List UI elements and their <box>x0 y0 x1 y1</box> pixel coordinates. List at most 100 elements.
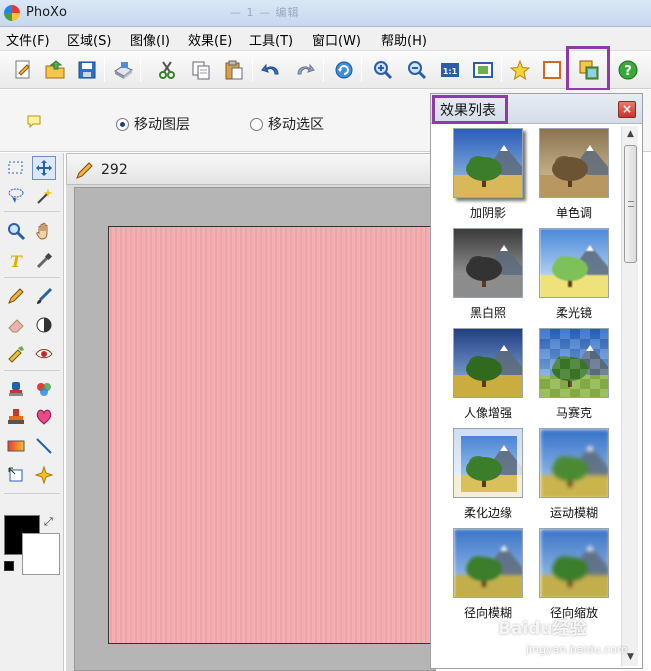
toolbar: 1:1 ? <box>0 46 651 91</box>
move-tool-icon[interactable] <box>32 156 56 180</box>
copy-icon[interactable] <box>188 57 214 83</box>
actual-size-icon[interactable]: 1:1 <box>437 57 463 83</box>
effect-label: 黑白照 <box>469 306 506 320</box>
undo-icon[interactable] <box>258 57 284 83</box>
menu-tools[interactable]: 工具(T) <box>249 30 293 49</box>
effect-thumbnail[interactable] <box>539 228 609 298</box>
effects-panel-header: 效果列表 × <box>431 94 642 124</box>
effect-item[interactable]: 黑白照 <box>447 228 527 326</box>
document-tab[interactable]: 292 <box>66 153 436 185</box>
eyedropper-icon[interactable] <box>32 249 56 273</box>
swap-colors-icon[interactable]: ⤢ <box>44 515 53 529</box>
background-color-swatch[interactable] <box>22 533 60 575</box>
effect-thumbnail[interactable] <box>453 528 523 598</box>
effect-label: 马赛克 <box>555 406 592 420</box>
effect-item[interactable]: 单色调 <box>533 128 613 226</box>
save-icon[interactable] <box>74 57 100 83</box>
menu-region[interactable]: 区域(S) <box>67 30 111 49</box>
magic-wand-icon[interactable] <box>32 184 56 208</box>
scroll-thumb[interactable] <box>624 145 637 263</box>
effect-item[interactable]: 柔光镜 <box>533 228 613 326</box>
effect-thumbnail[interactable] <box>453 328 523 398</box>
refresh-icon[interactable] <box>331 57 357 83</box>
title-bar: PhoXo — 1 — 编辑 <box>0 0 651 27</box>
gradient-tool-icon[interactable] <box>4 434 28 458</box>
menu-help[interactable]: 帮助(H) <box>381 30 427 49</box>
favorite-star-icon[interactable] <box>507 57 533 83</box>
brush-tool-icon[interactable] <box>32 284 56 308</box>
sparkle-tool-icon[interactable] <box>32 463 56 487</box>
radio-move-selection-dot[interactable] <box>250 117 263 131</box>
rect-select-tool-icon[interactable] <box>4 156 28 180</box>
fit-window-icon[interactable] <box>470 57 496 83</box>
effects-list: 加阴影 单色调 黑白照 柔光镜 人像增强 马赛克 柔化边缘 运动模糊 径向模糊 … <box>434 126 619 666</box>
effect-item[interactable]: 马赛克 <box>533 328 613 426</box>
radio-move-layer-label: 移动图层 <box>134 117 190 133</box>
effect-label: 加阴影 <box>469 206 506 220</box>
effect-item[interactable]: 径向模糊 <box>447 528 527 626</box>
effect-thumbnail[interactable] <box>453 228 523 298</box>
watermark: Baidu经验 <box>498 619 587 639</box>
effect-item[interactable]: 人像增强 <box>447 328 527 426</box>
pencil-icon <box>76 162 93 179</box>
effects-panel: 效果列表 × 加阴影 单色调 黑白照 柔光镜 人像增强 马赛克 柔化边缘 运动模… <box>430 93 643 669</box>
tool-panel: T ⤢ <box>0 153 64 671</box>
effect-thumbnail[interactable] <box>539 428 609 498</box>
image-canvas[interactable] <box>108 226 448 644</box>
cut-icon[interactable] <box>154 57 180 83</box>
color-replace-icon[interactable] <box>32 377 56 401</box>
clone-stamp-icon[interactable] <box>4 377 28 401</box>
eraser-tool-icon[interactable] <box>4 313 28 337</box>
paste-icon[interactable] <box>221 57 247 83</box>
menu-window[interactable]: 窗口(W) <box>312 30 361 49</box>
scanner-icon[interactable] <box>110 57 136 83</box>
effect-item[interactable]: 径向缩放 <box>533 528 613 626</box>
open-folder-icon[interactable] <box>42 57 68 83</box>
menu-file[interactable]: 文件(F) <box>6 30 50 49</box>
radio-move-layer[interactable]: 移动图层 <box>116 114 190 134</box>
effects-scrollbar[interactable]: ▲ ▼ <box>621 126 638 666</box>
red-eye-tool-icon[interactable] <box>32 342 56 366</box>
effect-thumbnail[interactable] <box>453 128 523 198</box>
contrast-tool-icon[interactable] <box>32 313 56 337</box>
close-icon[interactable]: × <box>618 101 636 118</box>
redo-icon[interactable] <box>292 57 318 83</box>
stamp-tool-icon[interactable] <box>4 405 28 429</box>
scroll-up-icon[interactable]: ▲ <box>622 126 639 143</box>
hand-tool-icon[interactable] <box>32 219 56 243</box>
effect-item[interactable]: 加阴影 <box>447 128 527 226</box>
zoom-in-icon[interactable] <box>370 57 396 83</box>
effect-label: 人像增强 <box>463 406 512 420</box>
menu-effects[interactable]: 效果(E) <box>188 30 232 49</box>
svg-text:1:1: 1:1 <box>443 67 458 76</box>
effect-item[interactable]: 柔化边缘 <box>447 428 527 526</box>
svg-text:T: T <box>10 252 23 271</box>
line-tool-icon[interactable] <box>32 434 56 458</box>
zoom-tool-icon[interactable] <box>4 219 28 243</box>
smudge-tool-icon[interactable] <box>4 342 28 366</box>
menu-image[interactable]: 图像(I) <box>130 30 170 49</box>
effect-thumbnail[interactable] <box>539 328 609 398</box>
radio-move-selection[interactable]: 移动选区 <box>250 114 324 134</box>
help-icon[interactable]: ? <box>615 57 641 83</box>
effect-thumbnail[interactable] <box>453 428 523 498</box>
app-logo-icon <box>4 5 20 21</box>
effect-item[interactable]: 运动模糊 <box>533 428 613 526</box>
lasso-tool-icon[interactable] <box>4 184 28 208</box>
text-tool-icon[interactable]: T <box>4 249 28 273</box>
effect-label: 柔化边缘 <box>463 506 512 520</box>
document-workspace <box>74 187 448 671</box>
effect-thumbnail[interactable] <box>539 128 609 198</box>
transform-tool-icon[interactable] <box>4 463 28 487</box>
effects-title-highlight <box>432 95 508 124</box>
reset-colors-icon[interactable] <box>4 561 14 571</box>
effects-button-highlight <box>566 46 610 91</box>
radio-move-layer-dot[interactable] <box>116 117 129 131</box>
tip-bubble-icon <box>26 114 42 133</box>
heal-tool-icon[interactable] <box>32 405 56 429</box>
zoom-out-icon[interactable] <box>404 57 430 83</box>
frame-icon[interactable] <box>539 57 565 83</box>
effect-thumbnail[interactable] <box>539 528 609 598</box>
new-file-icon[interactable] <box>10 57 36 83</box>
pencil-tool-icon[interactable] <box>4 284 28 308</box>
